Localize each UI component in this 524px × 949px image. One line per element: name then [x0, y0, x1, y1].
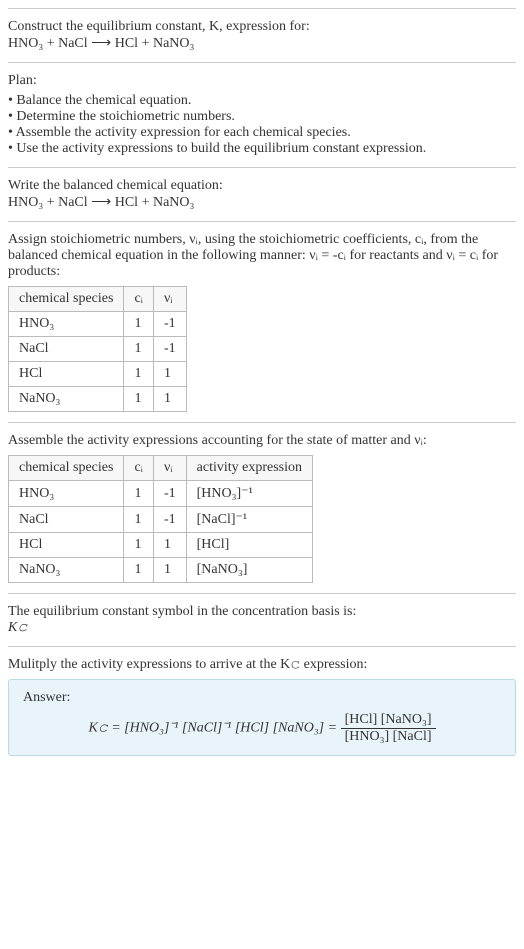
cell: 1	[153, 558, 186, 583]
balanced-intro: Write the balanced chemical equation:	[8, 178, 516, 194]
prompt-line1: Construct the equilibrium constant, K, e…	[8, 19, 310, 34]
balanced-section: Write the balanced chemical equation: HN…	[8, 167, 516, 221]
plan-item: Use the activity expressions to build th…	[8, 141, 516, 157]
fraction-denominator: [HNO₃] [NaCl]	[341, 729, 436, 745]
stoich-intro: Assign stoichiometric numbers, νᵢ, using…	[8, 232, 516, 280]
plan-item: Balance the chemical equation.	[8, 93, 516, 109]
cell: 1	[124, 362, 154, 387]
stoich-table: chemical species cᵢ νᵢ HNO₃ 1 -1 NaCl 1 …	[8, 286, 187, 412]
cell: 1	[124, 507, 154, 533]
cell: 1	[124, 558, 154, 583]
table-row: NaCl 1 -1 [NaCl]⁻¹	[9, 507, 313, 533]
cell: 1	[124, 387, 154, 412]
table-row: NaCl 1 -1	[9, 337, 187, 362]
cell: -1	[153, 312, 186, 337]
cell: HNO₃	[9, 481, 124, 507]
table-header-row: chemical species cᵢ νᵢ activity expressi…	[9, 456, 313, 481]
table-header-row: chemical species cᵢ νᵢ	[9, 287, 187, 312]
cell: -1	[153, 481, 186, 507]
cell: 1	[153, 362, 186, 387]
col-header: νᵢ	[153, 287, 186, 312]
symbol-line2: K𝚌	[8, 620, 516, 636]
col-header: νᵢ	[153, 456, 186, 481]
cell: 1	[124, 481, 154, 507]
answer-label: Answer:	[23, 690, 501, 706]
cell: [HCl]	[186, 533, 312, 558]
activity-table: chemical species cᵢ νᵢ activity expressi…	[8, 455, 313, 583]
cell: HCl	[9, 362, 124, 387]
cell: NaCl	[9, 507, 124, 533]
table-row: NaNO₃ 1 1	[9, 387, 187, 412]
balanced-equation: HNO₃ + NaCl ⟶ HCl + NaNO₃	[8, 194, 516, 211]
multiply-intro: Mulitply the activity expressions to arr…	[8, 657, 516, 673]
cell: HNO₃	[9, 312, 124, 337]
cell: [NaCl]⁻¹	[186, 507, 312, 533]
stoich-section: Assign stoichiometric numbers, νᵢ, using…	[8, 221, 516, 422]
answer-box: Answer: K𝚌 = [HNO₃]⁻¹ [NaCl]⁻¹ [HCl] [Na…	[8, 679, 516, 756]
cell: NaNO₃	[9, 387, 124, 412]
table-row: HNO₃ 1 -1 [HNO₃]⁻¹	[9, 481, 313, 507]
col-header: chemical species	[9, 456, 124, 481]
symbol-line1: The equilibrium constant symbol in the c…	[8, 604, 516, 620]
plan-section: Plan: Balance the chemical equation. Det…	[8, 62, 516, 167]
answer-fraction: [HCl] [NaNO₃] [HNO₃] [NaCl]	[341, 712, 436, 745]
header-section: Construct the equilibrium constant, K, e…	[8, 8, 516, 62]
col-header: cᵢ	[124, 287, 154, 312]
table-row: HCl 1 1	[9, 362, 187, 387]
cell: NaCl	[9, 337, 124, 362]
cell: 1	[124, 533, 154, 558]
cell: 1	[153, 387, 186, 412]
multiply-section: Mulitply the activity expressions to arr…	[8, 646, 516, 766]
plan-item: Determine the stoichiometric numbers.	[8, 109, 516, 125]
plan-title: Plan:	[8, 73, 516, 89]
prompt-text: Construct the equilibrium constant, K, e…	[8, 19, 516, 35]
col-header: activity expression	[186, 456, 312, 481]
cell: [HNO₃]⁻¹	[186, 481, 312, 507]
plan-item: Assemble the activity expression for eac…	[8, 125, 516, 141]
cell: 1	[124, 337, 154, 362]
cell: HCl	[9, 533, 124, 558]
col-header: chemical species	[9, 287, 124, 312]
plan-list: Balance the chemical equation. Determine…	[8, 93, 516, 157]
table-row: NaNO₃ 1 1 [NaNO₃]	[9, 558, 313, 583]
cell: NaNO₃	[9, 558, 124, 583]
table-row: HCl 1 1 [HCl]	[9, 533, 313, 558]
col-header: cᵢ	[124, 456, 154, 481]
fraction-numerator: [HCl] [NaNO₃]	[341, 712, 436, 729]
header-equation: HNO₃ + NaCl ⟶ HCl + NaNO₃	[8, 35, 516, 52]
cell: -1	[153, 507, 186, 533]
cell: -1	[153, 337, 186, 362]
table-row: HNO₃ 1 -1	[9, 312, 187, 337]
activity-intro: Assemble the activity expressions accoun…	[8, 433, 516, 449]
symbol-section: The equilibrium constant symbol in the c…	[8, 593, 516, 646]
answer-expression: K𝚌 = [HNO₃]⁻¹ [NaCl]⁻¹ [HCl] [NaNO₃] = […	[23, 712, 501, 745]
cell: 1	[153, 533, 186, 558]
cell: 1	[124, 312, 154, 337]
answer-lhs: K𝚌 = [HNO₃]⁻¹ [NaCl]⁻¹ [HCl] [NaNO₃] =	[88, 721, 340, 736]
cell: [NaNO₃]	[186, 558, 312, 583]
activity-section: Assemble the activity expressions accoun…	[8, 422, 516, 593]
